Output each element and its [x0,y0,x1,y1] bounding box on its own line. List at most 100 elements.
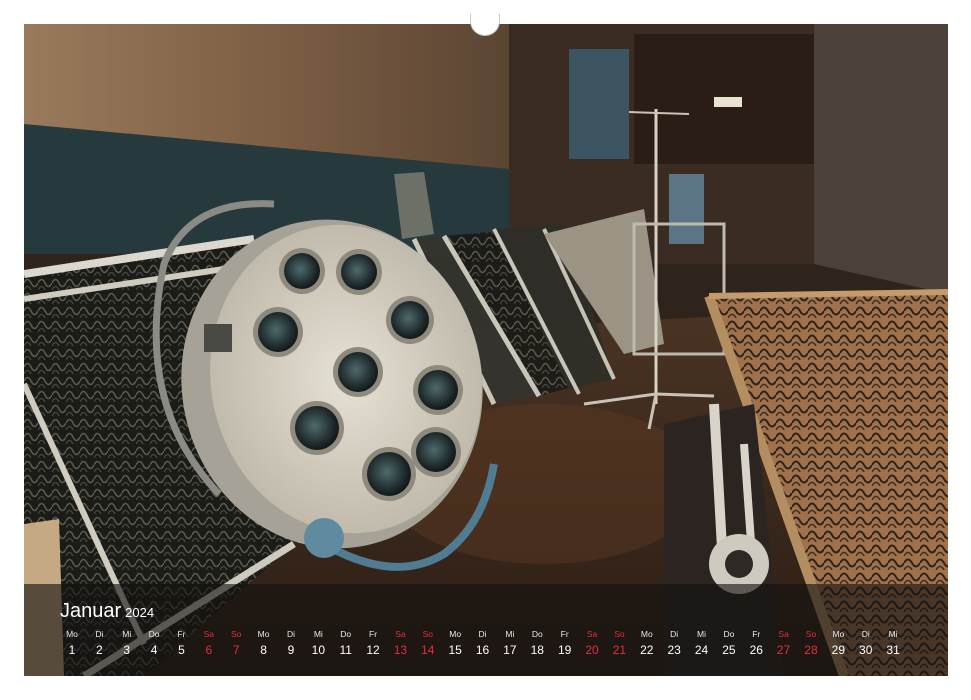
day-number: 4 [150,643,158,657]
weekday-abbr: Di [670,629,679,639]
weekday-abbr: Di [286,629,295,639]
day-number: 26 [749,643,763,657]
calendar-day: Mo 29 [825,629,851,661]
calendar-day: Di 30 [853,629,879,661]
weekday-abbr: Sa [203,629,215,639]
weekday-abbr: Sa [586,629,598,639]
photo-illustration [24,24,948,676]
calendar-day: Di 9 [278,629,304,661]
weekday-abbr: Mo [449,629,462,639]
weekday-abbr: Mi [313,629,323,639]
day-number: 11 [339,643,352,657]
day-number: 27 [776,643,791,657]
weekday-abbr: Di [861,629,870,639]
calendar-day: Sa 20 [579,629,605,661]
calendar-day: Mo 8 [251,629,277,661]
day-number: 7 [232,643,240,657]
month-title: Januar 2024 [60,600,154,623]
weekday-abbr: Fr [369,629,378,639]
calendar-day: Fr 12 [360,629,386,661]
weekday-abbr: So [614,629,625,639]
weekday-abbr: So [231,629,242,639]
calendar-day: Sa 13 [387,629,413,661]
weekday-abbr: Mo [640,629,653,639]
calendar-day: Mi 17 [497,629,523,661]
weekday-abbr: Mi [697,629,706,639]
calendar-day: Di 16 [470,629,496,661]
calendar-day: Fr 5 [168,629,194,661]
calendar-day: Sa 27 [771,629,797,661]
calendar-day: Mo 22 [634,629,660,661]
calendar-day: Mo 15 [442,629,468,661]
calendar-day: Di 23 [661,629,687,661]
weekday-abbr: Mo [257,629,270,639]
day-number: 30 [859,643,873,657]
day-number: 21 [612,643,627,657]
day-number: 18 [530,643,544,657]
weekday-abbr: Di [95,629,104,639]
weekday-abbr: Di [478,629,487,639]
day-number: 10 [311,643,325,657]
calendar-band: Januar 2024 Mo 1 Di 2 Mi 3 Do 4 Fr 5 Sa 6 So 7 Mo 8 Di 9 Mi… [24,584,948,676]
weekday-abbr: Fr [752,629,761,639]
weekday-abbr: Do [531,629,543,639]
weekday-abbr: Fr [560,629,569,639]
weekday-abbr: Do [148,629,160,639]
day-number: 17 [503,643,517,657]
weekday-abbr: Mi [888,629,898,639]
day-number: 3 [123,643,131,657]
weekday-abbr: Mo [832,629,845,639]
day-number: 8 [260,643,267,657]
day-number: 6 [205,643,213,657]
weekday-abbr: So [805,629,817,639]
day-number: 24 [694,643,709,657]
day-number: 9 [287,643,295,657]
weekday-abbr: Do [723,629,735,639]
calendar-day: So 14 [415,629,441,661]
calendar-day: So 7 [223,629,249,661]
weekday-abbr: Mi [505,629,515,639]
calendar-photo [24,24,948,676]
day-number: 2 [96,643,103,657]
weekday-abbr: So [422,629,433,639]
weekday-abbr: Fr [177,629,186,639]
day-number: 13 [393,643,408,657]
day-number: 28 [804,643,818,657]
calendar-day: Do 11 [333,629,359,661]
calendar-day: Mi 10 [305,629,331,661]
calendar-day: Do 18 [524,629,550,661]
day-number: 5 [178,643,185,657]
weekday-abbr: Mi [122,629,132,639]
day-number: 25 [722,643,736,657]
weekday-abbr: Sa [395,629,406,639]
day-number: 1 [68,643,76,657]
calendar-day: Do 4 [141,629,167,661]
month-name: Januar [60,600,122,622]
day-number: 29 [831,643,846,657]
day-number: 14 [421,643,435,657]
calendar-day: So 28 [798,629,824,661]
calendar-day: Di 2 [86,629,112,661]
day-grid: Mo 1 Di 2 Mi 3 Do 4 Fr 5 Sa 6 So 7 Mo 8 Di 9 Mi 10 Do 11 Fr 12 S… [24,629,948,669]
calendar-day: Mi 24 [689,629,715,661]
weekday-abbr: Do [340,629,352,639]
weekday-abbr: Mo [66,629,78,639]
year-label: 2024 [125,605,155,620]
calendar-day: Fr 19 [552,629,578,661]
calendar-day: Mi 31 [880,629,906,661]
calendar-day: Mo 1 [59,629,85,661]
day-number: 12 [366,643,380,657]
day-number: 22 [640,643,654,657]
day-number: 20 [585,643,599,657]
weekday-abbr: Sa [778,629,789,639]
calendar-day: So 21 [606,629,632,661]
calendar-day: Sa 6 [196,629,222,661]
calendar-day: Fr 26 [743,629,769,661]
calendar-day: Do 25 [716,629,742,661]
day-number: 15 [448,643,462,657]
day-number: 16 [475,643,490,657]
calendar-day: Mi 3 [114,629,140,661]
day-number: 23 [667,643,681,657]
day-number: 31 [886,643,900,657]
day-number: 19 [557,643,572,657]
